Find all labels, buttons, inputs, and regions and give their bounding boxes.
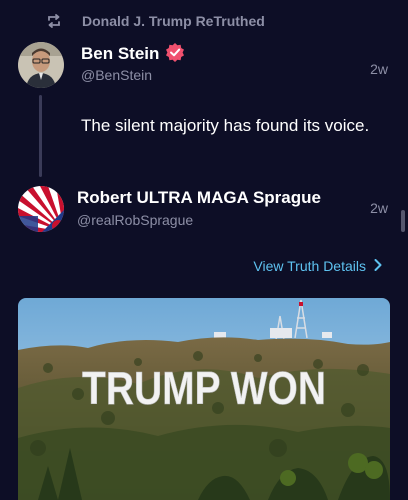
- retruth-label: Donald J. Trump ReTruthed: [82, 13, 265, 29]
- scrollbar-thumb[interactable]: [401, 210, 405, 232]
- verified-badge-icon: [165, 42, 185, 67]
- post-timestamp: 2w: [370, 61, 388, 77]
- reply-author-avatar[interactable]: [18, 186, 64, 232]
- post-media-image[interactable]: TRUMP WON: [18, 298, 390, 500]
- view-truth-details-label[interactable]: View Truth Details: [253, 258, 366, 274]
- retruth-header: Donald J. Trump ReTruthed: [46, 13, 265, 29]
- reply-author-name[interactable]: Robert ULTRA MAGA Sprague: [77, 188, 321, 208]
- author-handle[interactable]: @BenStein: [81, 67, 152, 83]
- author-name-row[interactable]: Ben Stein: [81, 42, 185, 67]
- reply-timestamp: 2w: [370, 200, 388, 216]
- author-name[interactable]: Ben Stein: [81, 44, 159, 63]
- reply-author-handle[interactable]: @realRobSprague: [77, 212, 193, 228]
- retruth-icon: [46, 14, 62, 28]
- author-avatar[interactable]: [18, 42, 64, 88]
- chevron-right-icon: [366, 258, 382, 274]
- post-text: The silent majority has found its voice.: [81, 116, 370, 135]
- hillside-sign-text: TRUMP WON: [82, 362, 326, 414]
- view-truth-details-link[interactable]: View Truth Details: [253, 258, 382, 274]
- thread-line: [39, 95, 42, 177]
